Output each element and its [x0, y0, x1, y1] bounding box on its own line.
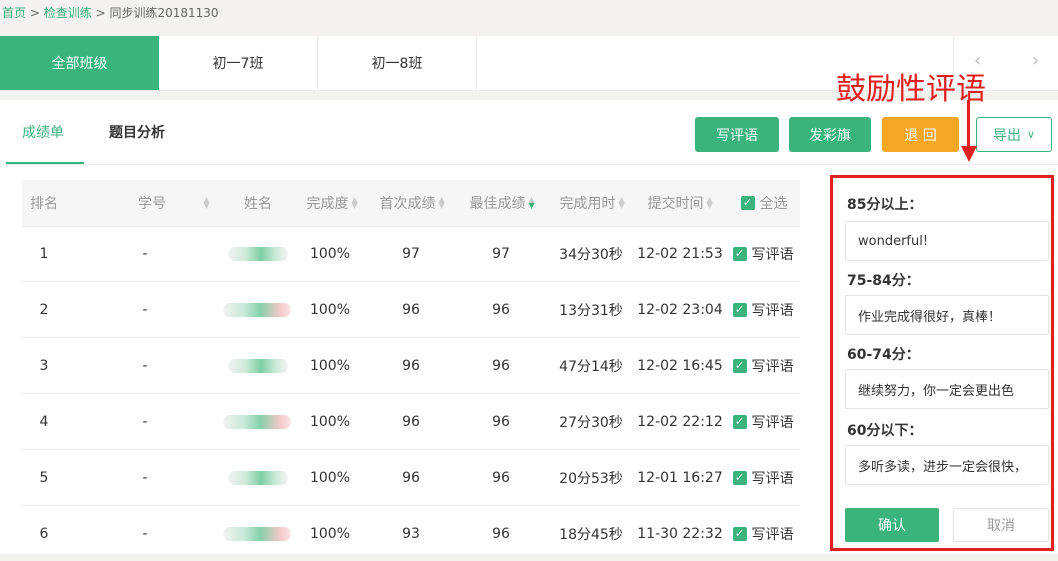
- table-row: 6 - 100% 93 96 18分45秒 11-30 22:32 ✓ 写评语: [22, 506, 800, 561]
- main-panel: 成绩单 题目分析 写评语 发彩旗 退 回 导出 ∨ 排名 学号 ▲ ▼ 姓名 完成…: [0, 100, 1058, 554]
- annotation-arrow-icon: [961, 146, 977, 162]
- header-rank: 排名: [30, 196, 58, 212]
- comment-input-75-84[interactable]: 作业完成得很好，真棒！: [845, 295, 1049, 335]
- write-comment-checkbox[interactable]: ✓ 写评语: [728, 394, 798, 449]
- annotation-arrow-shaft: [967, 100, 970, 148]
- sort-icon: ▲ ▼: [438, 195, 445, 210]
- student-name-blurred: [228, 226, 288, 281]
- student-name-blurred: [222, 282, 292, 337]
- export-label: 导出: [992, 127, 1021, 144]
- header-best-score[interactable]: 最佳成绩 ▲ ▼: [462, 180, 544, 226]
- sort-icon[interactable]: ▲ ▼: [198, 180, 214, 226]
- sort-desc-icon: ▲ ▼: [528, 195, 535, 210]
- write-comment-checkbox[interactable]: ✓ 写评语: [728, 226, 798, 281]
- header-duration[interactable]: 完成用时 ▲ ▼: [552, 180, 634, 226]
- comment-panel: 85分以上： wonderful! 75-84分： 作业完成得很好，真棒！ 60…: [830, 175, 1054, 551]
- header-first-score[interactable]: 首次成绩 ▲ ▼: [372, 180, 454, 226]
- comment-input-below-60[interactable]: 多听多读，进步一定会很快，: [845, 445, 1049, 485]
- chevron-right-icon[interactable]: ›: [1032, 50, 1039, 71]
- comment-group-label: 60-74分：: [847, 347, 920, 363]
- comment-input-85-plus[interactable]: wonderful!: [845, 221, 1049, 261]
- checkbox-icon: ✓: [732, 526, 747, 541]
- breadcrumb-home[interactable]: 首页: [2, 6, 26, 20]
- student-name-blurred: [228, 450, 288, 505]
- comment-group-label: 85分以上：: [847, 197, 923, 213]
- student-name-blurred: [228, 338, 288, 393]
- table-row: 4 - 100% 96 96 27分30秒 12-02 22:12 ✓ 写评语: [22, 394, 800, 450]
- annotation-label: 鼓励性评语: [836, 72, 986, 107]
- header-student-id[interactable]: 学号: [122, 180, 182, 226]
- comment-group-label: 60分以下：: [847, 423, 923, 439]
- checkbox-icon: ✓: [732, 302, 747, 317]
- select-all-checkbox[interactable]: ✓ 全选: [734, 180, 794, 226]
- sort-icon: ▲ ▼: [618, 195, 625, 210]
- header-completion[interactable]: 完成度 ▲ ▼: [298, 180, 368, 226]
- sort-icon: ▲ ▼: [706, 195, 713, 210]
- divider: [0, 164, 1058, 165]
- cancel-button[interactable]: 取消: [953, 508, 1049, 542]
- table-header: 排名 学号 ▲ ▼ 姓名 完成度 ▲ ▼ 首次成绩 ▲ ▼ 最佳成绩 ▲ ▼ 完成用时 ▲ ▼ 提…: [22, 180, 800, 227]
- send-flag-button[interactable]: 发彩旗: [789, 117, 871, 152]
- checkbox-icon: ✓: [732, 470, 747, 485]
- confirm-button[interactable]: 确认: [845, 508, 939, 542]
- checkbox-icon: ✓: [732, 414, 747, 429]
- tab-scoresheet[interactable]: 成绩单: [22, 122, 64, 142]
- return-button[interactable]: 退 回: [882, 117, 959, 152]
- write-comment-checkbox[interactable]: ✓ 写评语: [728, 506, 798, 561]
- tab-class-7[interactable]: 初一7班: [159, 36, 318, 90]
- write-comment-checkbox[interactable]: ✓ 写评语: [728, 338, 798, 393]
- checkbox-icon: ✓: [740, 196, 755, 210]
- checkbox-icon: ✓: [732, 246, 747, 261]
- table-row: 5 - 100% 96 96 20分53秒 12-01 16:27 ✓ 写评语: [22, 450, 800, 506]
- export-button[interactable]: 导出 ∨: [976, 117, 1052, 152]
- breadcrumb: 首页 > 检查训练 > 同步训练20181130: [2, 4, 219, 21]
- student-name-blurred: [222, 506, 292, 561]
- tab-question-analysis[interactable]: 题目分析: [109, 122, 165, 142]
- comment-group-label: 75-84分：: [847, 273, 920, 289]
- breadcrumb-separator: >: [29, 6, 40, 20]
- sort-icon: ▲ ▼: [351, 195, 358, 210]
- header-name: 姓名: [244, 196, 272, 212]
- tab-class-8[interactable]: 初一8班: [318, 36, 477, 90]
- header-submit-time[interactable]: 提交时间 ▲ ▼: [640, 180, 722, 226]
- table-row: 3 - 100% 96 96 47分14秒 12-02 16:45 ✓ 写评语: [22, 338, 800, 394]
- checkbox-icon: ✓: [732, 358, 747, 373]
- comment-input-60-74[interactable]: 继续努力，你一定会更出色: [845, 369, 1049, 409]
- table-row: 2 - 100% 96 96 13分31秒 12-02 23:04 ✓ 写评语: [22, 282, 800, 338]
- tab-all-classes[interactable]: 全部班级: [0, 36, 159, 90]
- breadcrumb-separator: >: [95, 6, 106, 20]
- chevron-down-icon: ∨: [1026, 128, 1036, 141]
- student-name-blurred: [222, 394, 292, 449]
- breadcrumb-middle[interactable]: 检查训练: [44, 6, 92, 20]
- write-comment-checkbox[interactable]: ✓ 写评语: [728, 450, 798, 505]
- breadcrumb-current: 同步训练20181130: [109, 6, 219, 20]
- write-comment-checkbox[interactable]: ✓ 写评语: [728, 282, 798, 337]
- table-row: 1 - 100% 97 97 34分30秒 12-02 21:53 ✓ 写评语: [22, 226, 800, 282]
- write-comment-button[interactable]: 写评语: [695, 117, 779, 152]
